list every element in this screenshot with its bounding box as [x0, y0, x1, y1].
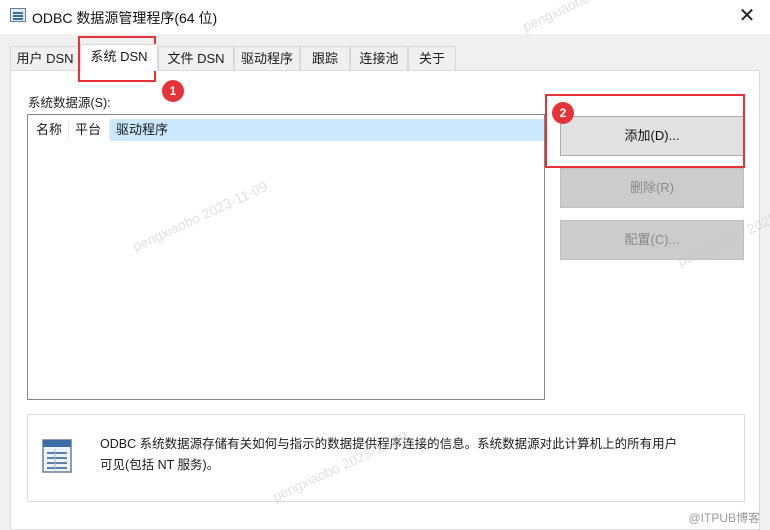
annotation-marker-1: 1 — [162, 80, 184, 102]
tab-connection-pooling[interactable]: 连接池 — [350, 46, 408, 70]
column-header-platform[interactable]: 平台 — [69, 119, 109, 141]
tab-tracing[interactable]: 跟踪 — [300, 46, 350, 70]
annotation-highlight-add-button — [545, 94, 745, 168]
close-button[interactable]: ✕ — [724, 0, 770, 32]
info-text-line-2: 可见(包括 NT 服务)。 — [100, 458, 220, 472]
tab-file-dsn[interactable]: 文件 DSN — [158, 46, 234, 70]
annotation-marker-2: 2 — [552, 102, 574, 124]
column-header-driver[interactable]: 驱动程序 — [110, 119, 544, 141]
tab-drivers[interactable]: 驱动程序 — [234, 46, 300, 70]
window-title: ODBC 数据源管理程序(64 位) — [32, 10, 218, 26]
list-header: 名称 平台 驱动程序 — [28, 115, 544, 143]
system-datasource-label: 系统数据源(S): — [28, 96, 111, 110]
title-bar: ODBC 数据源管理程序(64 位) ✕ — [0, 0, 770, 34]
tab-about[interactable]: 关于 — [408, 46, 456, 70]
odbc-datasource-icon — [42, 439, 72, 473]
tab-system-dsn[interactable]: 系统 DSN — [80, 44, 158, 71]
column-header-name[interactable]: 名称 — [30, 119, 68, 141]
info-text: ODBC 系统数据源存储有关如何与指示的数据提供程序连接的信息。系统数据源对此计… — [100, 434, 730, 476]
remove-button[interactable]: 删除(R) — [560, 168, 744, 208]
source-credit: @ITPUB博客 — [688, 511, 760, 525]
system-datasource-list[interactable]: 名称 平台 驱动程序 — [27, 114, 545, 400]
tab-user-dsn[interactable]: 用户 DSN — [10, 46, 80, 70]
info-text-line-1: ODBC 系统数据源存储有关如何与指示的数据提供程序连接的信息。系统数据源对此计… — [100, 437, 678, 451]
odbc-app-icon — [10, 8, 26, 22]
